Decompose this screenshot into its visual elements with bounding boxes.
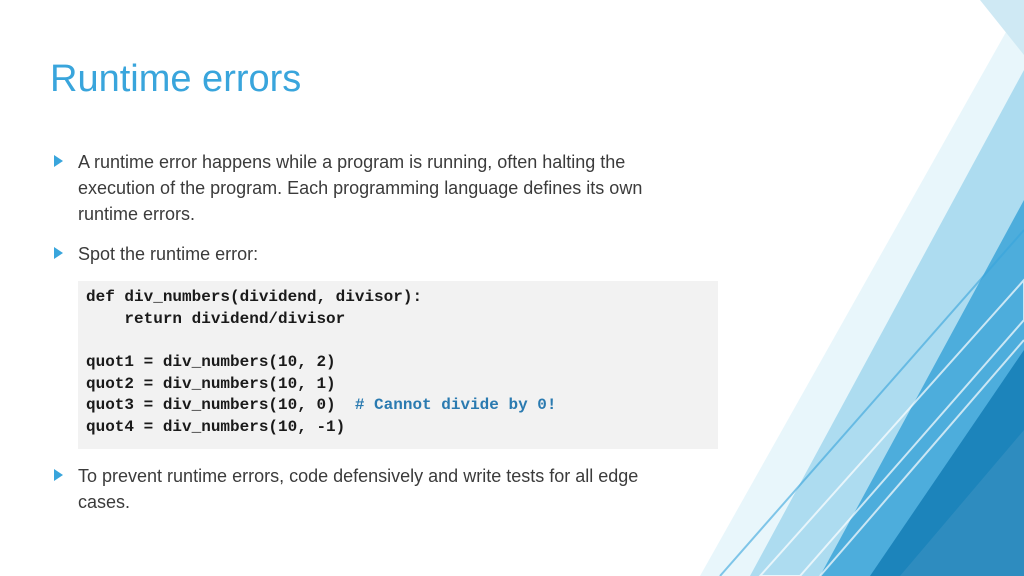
slide-title: Runtime errors [50, 58, 690, 101]
code-line: quot2 = div_numbers(10, 1) [86, 375, 336, 393]
code-line: return dividend/divisor [86, 310, 345, 328]
bullet-item: A runtime error happens while a program … [50, 149, 690, 227]
code-line: quot1 = div_numbers(10, 2) [86, 353, 336, 371]
code-line: quot3 = div_numbers(10, 0) [86, 396, 355, 414]
bullet-item: To prevent runtime errors, code defensiv… [50, 463, 690, 515]
code-block: def div_numbers(dividend, divisor): retu… [78, 281, 718, 448]
code-line: quot4 = div_numbers(10, -1) [86, 418, 345, 436]
code-line: def div_numbers(dividend, divisor): [86, 288, 422, 306]
bullet-item: Spot the runtime error: [50, 241, 690, 267]
code-comment: # Cannot divide by 0! [355, 396, 557, 414]
bullet-list: To prevent runtime errors, code defensiv… [50, 463, 690, 515]
bullet-list: A runtime error happens while a program … [50, 149, 690, 267]
slide-content: Runtime errors A runtime error happens w… [0, 0, 760, 569]
